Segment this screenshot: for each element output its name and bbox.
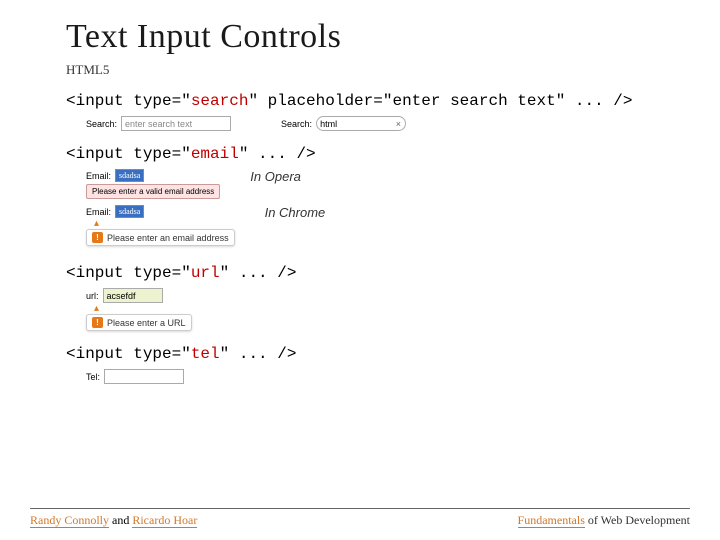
email-label: Email: — [86, 207, 111, 217]
section-email: <input type="email" ... /> Email: sdadsa… — [66, 145, 670, 246]
clear-icon[interactable]: × — [396, 119, 402, 129]
code-email: <input type="email" ... /> — [66, 145, 670, 163]
footer-book: Fundamentals of Web Development — [518, 513, 690, 528]
search-input-rounded[interactable]: html × — [316, 116, 406, 131]
chevron-up-icon: ▴ — [94, 303, 192, 314]
subtitle: HTML5 — [66, 62, 670, 78]
search-input[interactable]: enter search text — [121, 116, 231, 131]
section-url: <input type="url" ... /> url: acsefdf ▴ … — [66, 264, 670, 331]
email-label: Email: — [86, 171, 111, 181]
opera-note: In Opera — [250, 169, 301, 184]
slide-footer: Randy Connolly and Ricardo Hoar Fundamen… — [30, 508, 690, 528]
section-tel: <input type="tel" ... /> Tel: — [66, 345, 670, 384]
email-input[interactable]: sdadsa — [115, 169, 144, 182]
code-search: <input type="search" placeholder="enter … — [66, 92, 670, 110]
url-input[interactable]: acsefdf — [103, 288, 163, 303]
search-label: Search: — [281, 119, 312, 129]
chrome-note: In Chrome — [265, 205, 326, 220]
warning-icon: ! — [92, 317, 103, 328]
chevron-up-icon: ▴ — [94, 218, 235, 229]
footer-authors: Randy Connolly and Ricardo Hoar — [30, 513, 197, 528]
email-input[interactable]: sdadsa — [115, 205, 144, 218]
chrome-error-bubble: ! Please enter an email address — [86, 229, 235, 246]
chrome-error-bubble: ! Please enter a URL — [86, 314, 192, 331]
opera-error-bubble: Please enter a valid email address — [86, 184, 220, 199]
tel-input[interactable] — [104, 369, 184, 384]
search-label: Search: — [86, 119, 117, 129]
tel-label: Tel: — [86, 372, 100, 382]
url-label: url: — [86, 291, 99, 301]
code-url: <input type="url" ... /> — [66, 264, 670, 282]
search-example-filled: Search: html × — [281, 116, 406, 131]
code-tel: <input type="tel" ... /> — [66, 345, 670, 363]
warning-icon: ! — [92, 232, 103, 243]
search-example-placeholder: Search: enter search text — [86, 116, 231, 131]
section-search: <input type="search" placeholder="enter … — [66, 92, 670, 131]
page-title: Text Input Controls — [66, 18, 670, 56]
